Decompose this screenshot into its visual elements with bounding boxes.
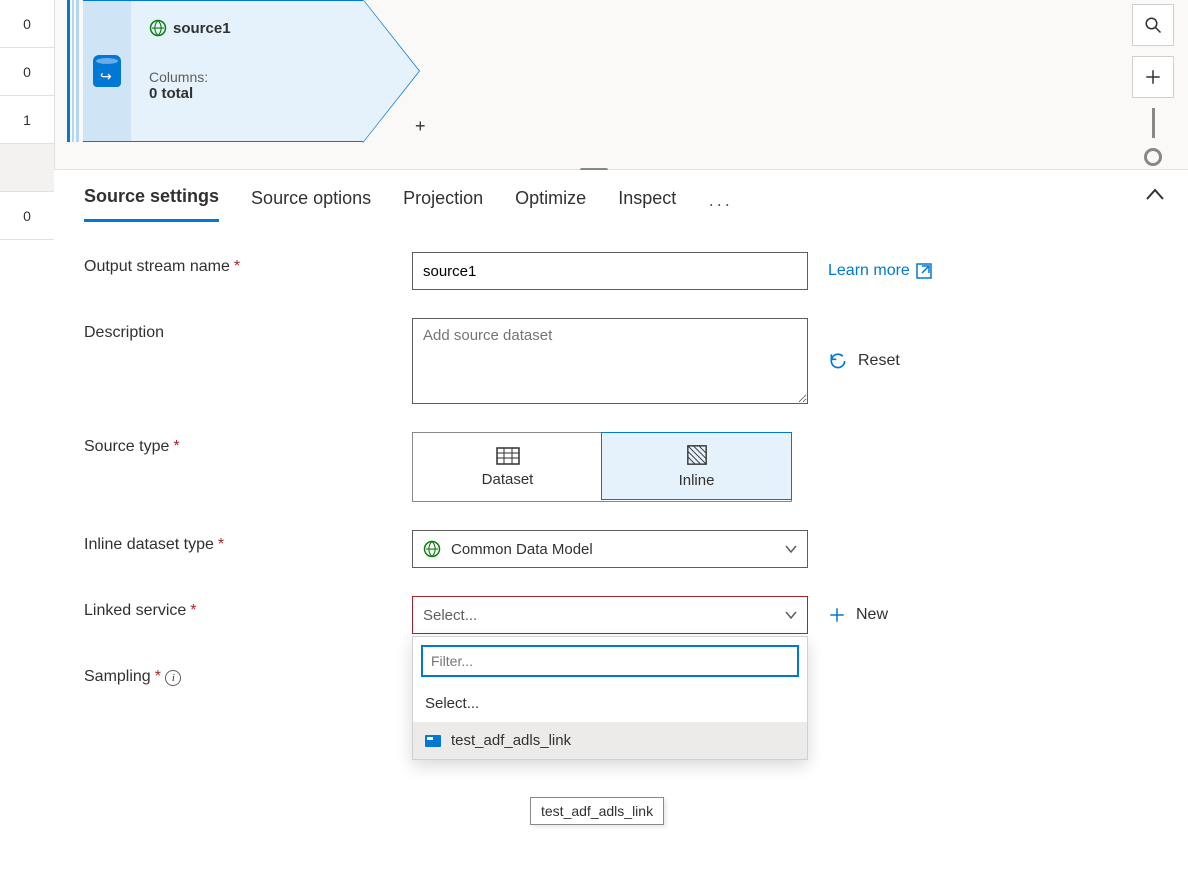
node-grip bbox=[67, 0, 81, 142]
zoom-slider-track[interactable] bbox=[1152, 108, 1155, 138]
dataflow-canvas[interactable]: source1 Columns: 0 total + bbox=[54, 0, 1188, 170]
cdm-icon bbox=[149, 19, 167, 37]
description-input[interactable] bbox=[412, 318, 808, 404]
info-icon[interactable]: i bbox=[165, 670, 181, 686]
dropdown-option-select[interactable]: Select... bbox=[413, 685, 807, 722]
source-type-inline[interactable]: Inline bbox=[601, 432, 792, 500]
sampling-label: Sampling* i bbox=[84, 662, 412, 686]
source-settings-form: Output stream name* Learn more Descripti… bbox=[54, 222, 1188, 686]
tooltip: test_adf_adls_link bbox=[530, 797, 664, 825]
linked-service-dropdown: Select... test_adf_adls_link bbox=[412, 636, 808, 760]
source-type-toggle: Dataset Inline bbox=[412, 432, 792, 502]
reset-button[interactable]: Reset bbox=[828, 351, 900, 371]
settings-tabs: Source settings Source options Projectio… bbox=[54, 170, 1188, 222]
linked-service-select[interactable]: Select... bbox=[412, 596, 808, 634]
database-source-icon bbox=[93, 55, 121, 87]
adls-icon bbox=[425, 735, 441, 747]
counter-cell[interactable]: 0 bbox=[0, 0, 54, 48]
collapse-panel-button[interactable] bbox=[1146, 188, 1164, 200]
inline-dataset-type-select[interactable]: Common Data Model bbox=[412, 530, 808, 568]
counter-cell[interactable]: 1 bbox=[0, 96, 54, 144]
plus-icon bbox=[1144, 68, 1162, 86]
counter-cell[interactable] bbox=[0, 144, 54, 192]
tab-inspect[interactable]: Inspect bbox=[618, 188, 676, 221]
inline-icon bbox=[686, 444, 708, 466]
search-button[interactable] bbox=[1132, 4, 1174, 46]
inline-dataset-type-label: Inline dataset type* bbox=[84, 530, 412, 554]
source-type-dataset[interactable]: Dataset bbox=[413, 433, 602, 501]
source-node[interactable]: source1 Columns: 0 total bbox=[67, 0, 373, 142]
tab-source-settings[interactable]: Source settings bbox=[84, 186, 219, 222]
tab-overflow[interactable]: ··· bbox=[708, 194, 732, 215]
chevron-down-icon bbox=[785, 545, 797, 553]
cdm-icon bbox=[423, 540, 441, 558]
counter-cell[interactable]: 0 bbox=[0, 192, 54, 240]
description-label: Description bbox=[84, 318, 412, 342]
reset-icon bbox=[828, 351, 848, 371]
node-columns-total: 0 total bbox=[149, 85, 345, 102]
zoom-in-button[interactable] bbox=[1132, 56, 1174, 98]
tab-optimize[interactable]: Optimize bbox=[515, 188, 586, 221]
new-linked-service-button[interactable]: New bbox=[828, 606, 888, 624]
zoom-slider-handle[interactable] bbox=[1144, 148, 1162, 166]
learn-more-link[interactable]: Learn more bbox=[828, 262, 932, 280]
external-link-icon bbox=[916, 263, 932, 279]
source-type-label: Source type* bbox=[84, 432, 412, 456]
output-stream-input[interactable] bbox=[412, 252, 808, 290]
node-columns-label: Columns: bbox=[149, 69, 345, 85]
tab-projection[interactable]: Projection bbox=[403, 188, 483, 221]
tab-source-options[interactable]: Source options bbox=[251, 188, 371, 221]
counter-cell[interactable]: 0 bbox=[0, 48, 54, 96]
linked-service-label: Linked service* bbox=[84, 596, 412, 620]
dropdown-filter-input[interactable] bbox=[421, 645, 799, 677]
output-stream-label: Output stream name* bbox=[84, 252, 412, 276]
settings-panel: Source settings Source options Projectio… bbox=[54, 170, 1188, 869]
search-icon bbox=[1144, 16, 1162, 34]
add-transformation-button[interactable]: + bbox=[415, 116, 426, 137]
plus-icon bbox=[828, 606, 846, 624]
chevron-down-icon bbox=[785, 611, 797, 619]
node-icon-column bbox=[83, 0, 131, 142]
canvas-toolbar bbox=[1132, 4, 1174, 166]
node-title: source1 bbox=[173, 20, 231, 37]
left-counter-rail: 0 0 1 0 bbox=[0, 0, 54, 250]
dropdown-option-adls[interactable]: test_adf_adls_link bbox=[413, 722, 807, 759]
dataset-icon bbox=[496, 447, 520, 465]
